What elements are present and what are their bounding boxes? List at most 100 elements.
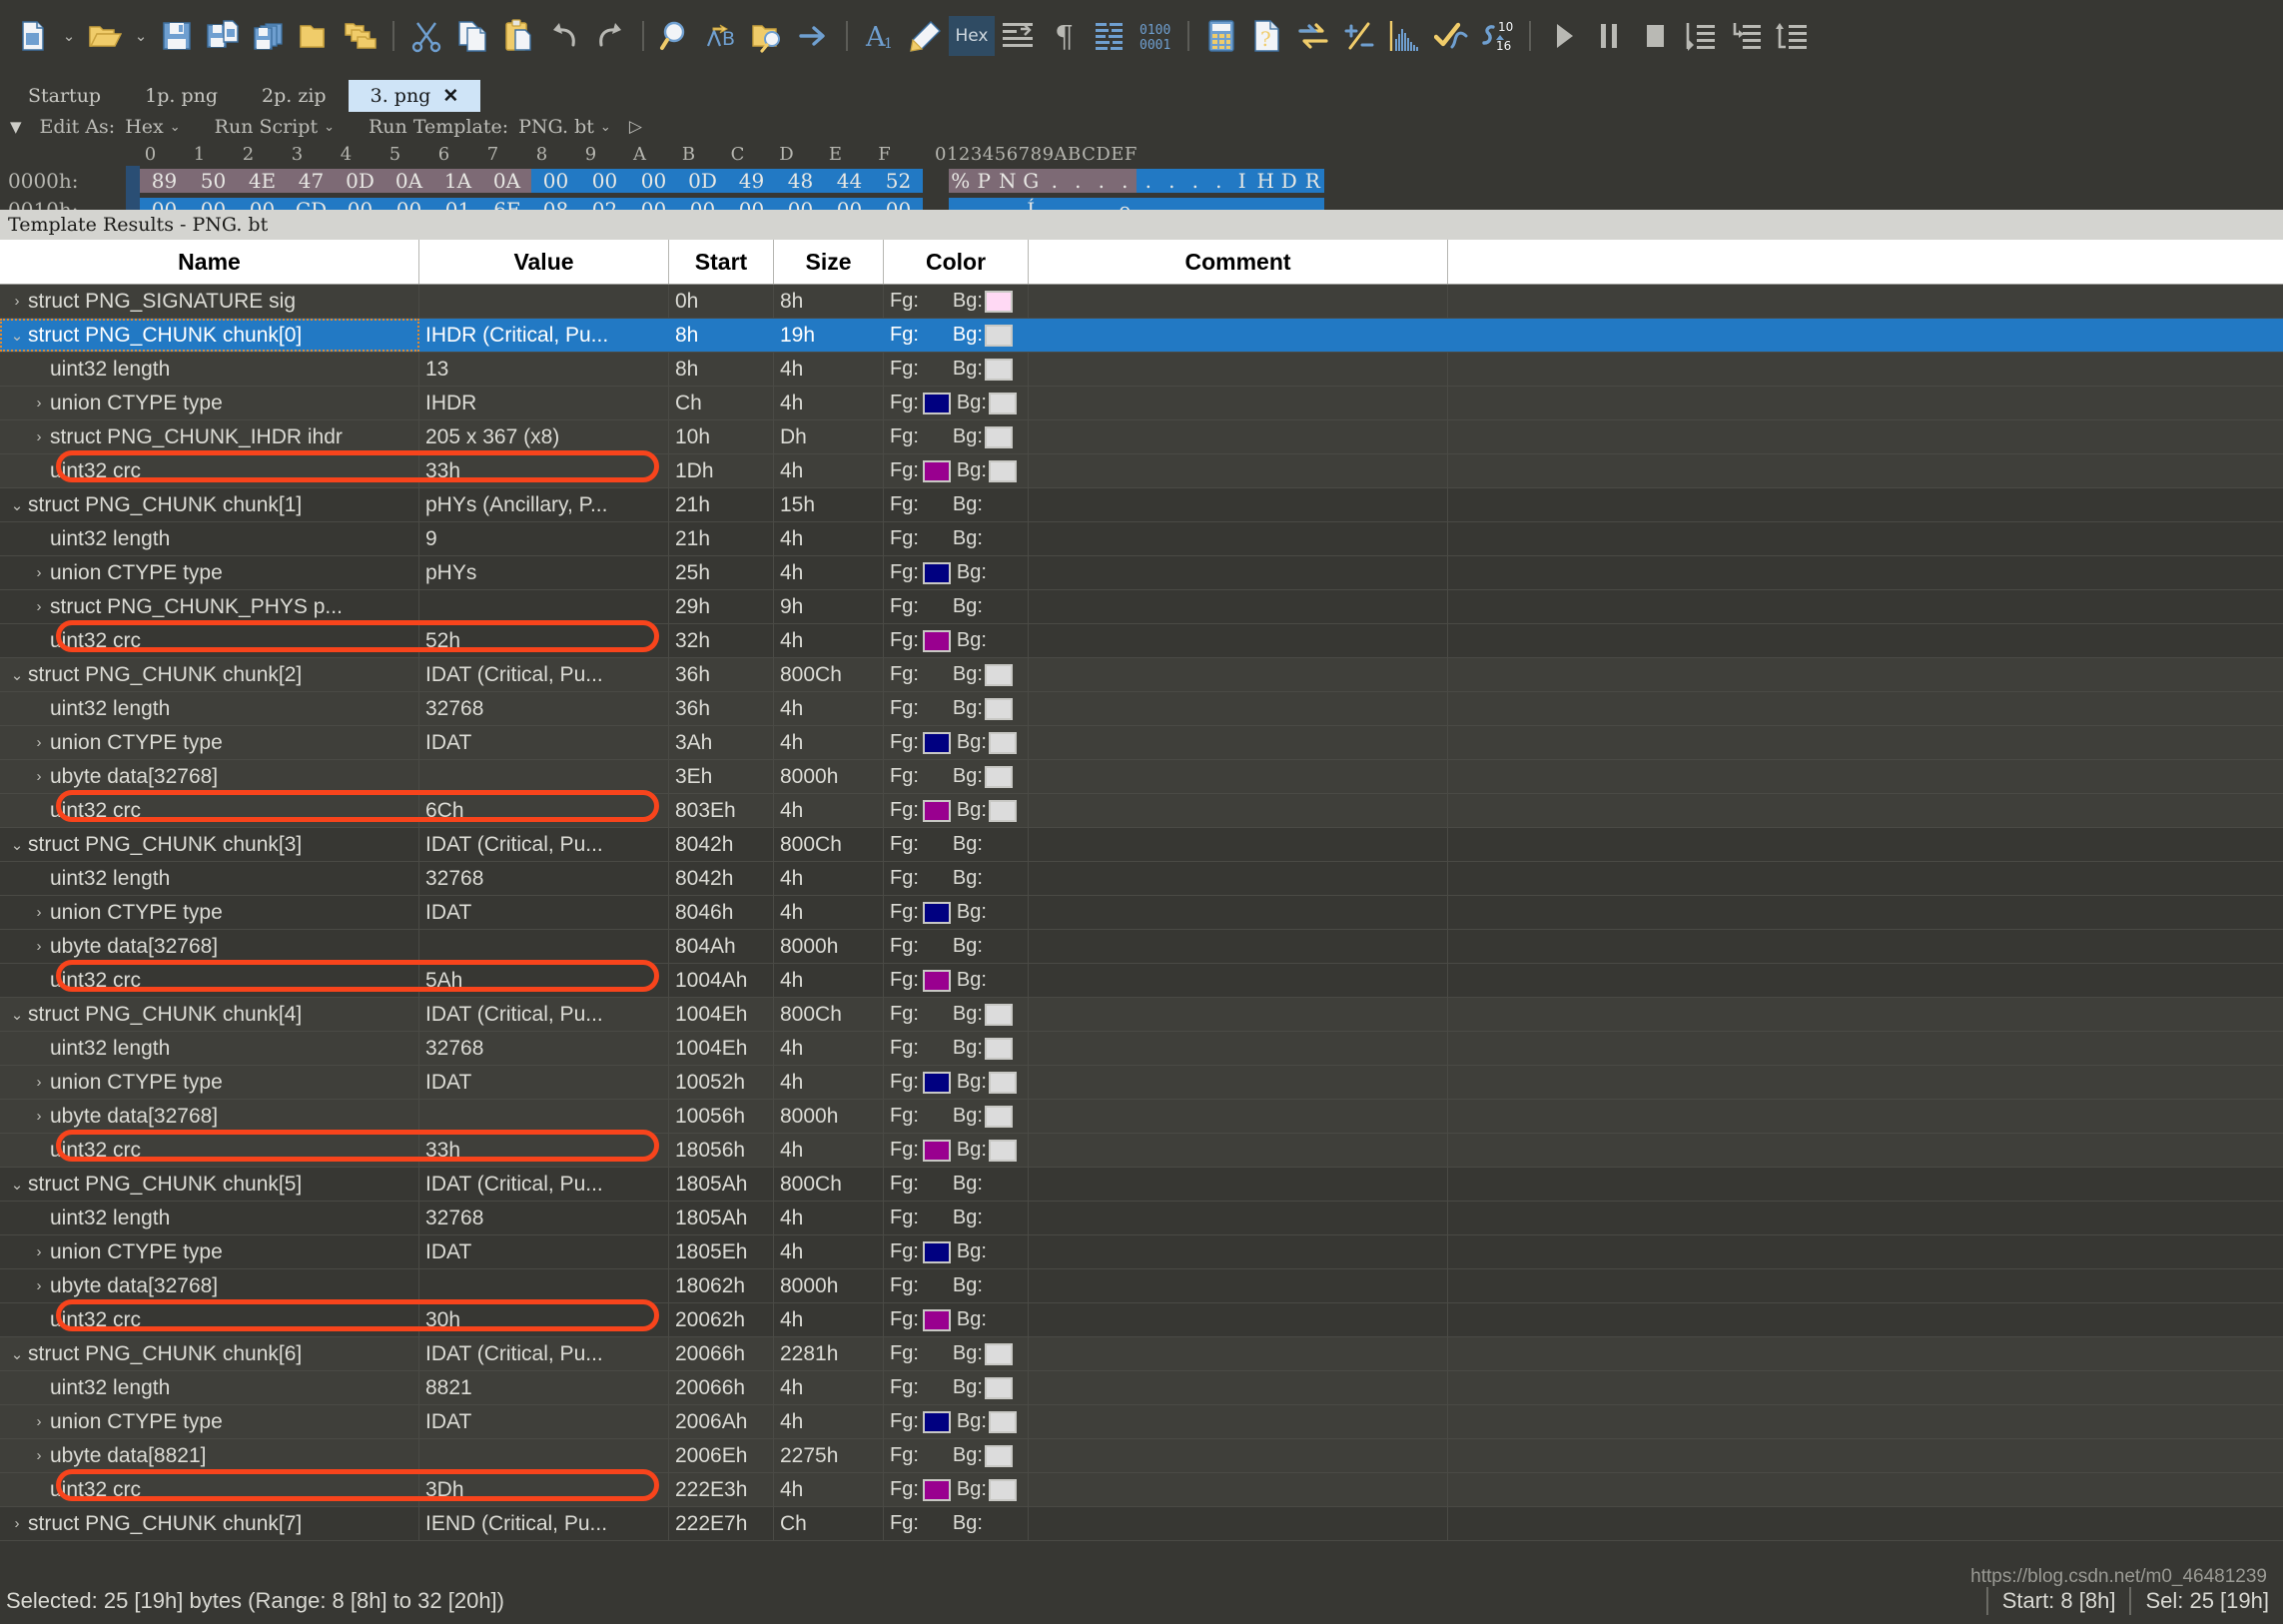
hex-byte[interactable]: 1A: [433, 168, 482, 193]
row-color-cell[interactable]: Fg: Bg:: [884, 1134, 1029, 1167]
row-color-cell[interactable]: Fg: Bg:: [884, 1337, 1029, 1370]
hex-byte[interactable]: 00: [874, 197, 923, 210]
row-comment-cell[interactable]: [1029, 1269, 1448, 1302]
ascii-char[interactable]: .: [1159, 197, 1183, 210]
hex-byte[interactable]: 02: [580, 197, 629, 210]
row-comment-cell[interactable]: [1029, 1134, 1448, 1167]
row-name-cell[interactable]: uint32 crc: [0, 1473, 419, 1506]
goto-icon[interactable]: [791, 8, 837, 64]
hex-byte[interactable]: 47: [287, 168, 336, 193]
row-name-cell[interactable]: ⌄ struct PNG_CHUNK chunk[6]: [0, 1337, 419, 1370]
bg-color-swatch[interactable]: [984, 1105, 1013, 1128]
row-name-cell[interactable]: ⌄ struct PNG_CHUNK chunk[5]: [0, 1168, 419, 1201]
chevron-down-icon[interactable]: ⌄: [6, 666, 28, 684]
row-color-cell[interactable]: Fg: Bg:: [884, 760, 1029, 793]
hex-view-pane[interactable]: 0 1 2 3 4 5 6 7 8 9 A B C D E F 0123456789ABCDEF 0000h: 89…: [0, 142, 2283, 210]
bg-color-swatch[interactable]: [988, 1478, 1017, 1501]
column-header-size[interactable]: Size: [774, 240, 884, 284]
row-comment-cell[interactable]: [1029, 420, 1448, 453]
table-row[interactable]: › union CTYPE type pHYs 25h 4h Fg: Bg:: [0, 556, 2283, 590]
fg-color-swatch[interactable]: [922, 901, 951, 924]
row-value-cell[interactable]: 13: [419, 353, 669, 386]
bg-color-swatch[interactable]: [984, 324, 1013, 347]
row-name-cell[interactable]: ⌄ struct PNG_CHUNK chunk[0]: [0, 319, 419, 352]
row-name-cell[interactable]: › ubyte data[8821]: [0, 1439, 419, 1472]
column-header-name[interactable]: Name: [0, 240, 419, 284]
row-comment-cell[interactable]: [1029, 964, 1448, 997]
row-color-cell[interactable]: Fg: Bg:: [884, 794, 1029, 827]
chevron-right-icon[interactable]: ›: [28, 1277, 50, 1294]
ascii-char[interactable]: D: [1277, 168, 1301, 193]
hex-byte[interactable]: 0A: [482, 168, 531, 193]
row-name-cell[interactable]: › union CTYPE type: [0, 1235, 419, 1268]
histogram-icon[interactable]: [1382, 8, 1428, 64]
table-row[interactable]: › ubyte data[32768] 804Ah 8000h Fg: Bg:: [0, 930, 2283, 964]
chevron-down-icon[interactable]: ⌄: [600, 120, 611, 135]
hex-byte[interactable]: 4E: [238, 168, 287, 193]
color-mode-icon[interactable]: [903, 8, 949, 64]
hex-byte[interactable]: 52: [874, 168, 923, 193]
ascii-char[interactable]: .: [949, 197, 973, 210]
open-all-files-icon[interactable]: [338, 8, 383, 64]
find-icon[interactable]: [653, 8, 699, 64]
table-row[interactable]: › union CTYPE type IDAT 2006Ah 4h Fg: Bg:: [0, 1405, 2283, 1439]
row-color-cell[interactable]: Fg: Bg:: [884, 658, 1029, 691]
row-name-cell[interactable]: › union CTYPE type: [0, 556, 419, 589]
row-value-cell[interactable]: 5Ah: [419, 964, 669, 997]
table-row[interactable]: ⌄ struct PNG_CHUNK chunk[5] IDAT (Critical…: [0, 1168, 2283, 1202]
row-color-cell[interactable]: Fg: Bg:: [884, 522, 1029, 555]
hex-byte[interactable]: 44: [825, 168, 874, 193]
bg-color-swatch[interactable]: [984, 697, 1013, 720]
row-comment-cell[interactable]: [1029, 285, 1448, 318]
row-value-cell[interactable]: [419, 760, 669, 793]
row-comment-cell[interactable]: [1029, 590, 1448, 623]
ascii-char[interactable]: .: [1043, 197, 1067, 210]
row-color-cell[interactable]: Fg: Bg:: [884, 1235, 1029, 1268]
run-template-play-icon[interactable]: ▷: [629, 117, 642, 137]
chevron-down-icon[interactable]: ⌄: [170, 120, 181, 135]
hex-byte[interactable]: 00: [384, 197, 433, 210]
row-value-cell[interactable]: pHYs: [419, 556, 669, 589]
row-comment-cell[interactable]: [1029, 1032, 1448, 1065]
row-color-cell[interactable]: Fg: Bg:: [884, 998, 1029, 1031]
base-convert-icon[interactable]: 10 16: [1474, 8, 1520, 64]
check-icon[interactable]: [1428, 8, 1474, 64]
file-tab-3png[interactable]: 3. png ✕: [348, 80, 481, 112]
fg-color-swatch[interactable]: [922, 1308, 951, 1331]
new-file-icon[interactable]: [10, 8, 56, 64]
row-comment-cell[interactable]: [1029, 1337, 1448, 1370]
fg-color-swatch[interactable]: [922, 1478, 951, 1501]
table-row[interactable]: ⌄ struct PNG_CHUNK chunk[6] IDAT (Critical…: [0, 1337, 2283, 1371]
row-color-cell[interactable]: Fg: Bg:: [884, 896, 1029, 929]
chevron-right-icon[interactable]: ›: [28, 1108, 50, 1125]
row-comment-cell[interactable]: [1029, 1235, 1448, 1268]
table-row[interactable]: ⌄ struct PNG_CHUNK chunk[1] pHYs (Ancillar…: [0, 488, 2283, 522]
hex-byte[interactable]: 48: [776, 168, 825, 193]
chevron-down-icon[interactable]: ⌄: [324, 120, 335, 135]
table-row[interactable]: ⌄ struct PNG_CHUNK chunk[3] IDAT (Critical…: [0, 828, 2283, 862]
row-color-cell[interactable]: Fg: Bg:: [884, 285, 1029, 318]
bg-color-swatch[interactable]: [984, 663, 1013, 686]
hex-byte[interactable]: 0A: [384, 168, 433, 193]
row-comment-cell[interactable]: [1029, 522, 1448, 555]
row-value-cell[interactable]: 8821: [419, 1371, 669, 1404]
save-icon[interactable]: [154, 8, 200, 64]
ascii-char[interactable]: .: [972, 197, 996, 210]
row-value-cell[interactable]: 205 x 367 (x8): [419, 420, 669, 453]
table-row[interactable]: › ubyte data[32768] 3Eh 8000h Fg: Bg:: [0, 760, 2283, 794]
table-row[interactable]: uint32 length 8821 20066h 4h Fg: Bg:: [0, 1371, 2283, 1405]
row-name-cell[interactable]: › ubyte data[32768]: [0, 760, 419, 793]
row-name-cell[interactable]: uint32 crc: [0, 1134, 419, 1167]
fg-color-swatch[interactable]: [922, 561, 951, 584]
byte-view-icon[interactable]: [1087, 8, 1133, 64]
fg-color-swatch[interactable]: [922, 1071, 951, 1094]
hex-byte[interactable]: 00: [776, 197, 825, 210]
open-file-dropdown-icon[interactable]: ⌄: [128, 8, 154, 64]
row-value-cell[interactable]: [419, 930, 669, 963]
fg-color-swatch[interactable]: [922, 1240, 951, 1263]
column-header-comment[interactable]: Comment: [1029, 240, 1448, 284]
table-row[interactable]: › union CTYPE type IDAT 8046h 4h Fg: Bg:: [0, 896, 2283, 930]
table-row[interactable]: uint32 crc 33h 18056h 4h Fg: Bg:: [0, 1134, 2283, 1168]
table-row[interactable]: uint32 crc 33h 1Dh 4h Fg: Bg:: [0, 454, 2283, 488]
cut-icon[interactable]: [403, 8, 449, 64]
